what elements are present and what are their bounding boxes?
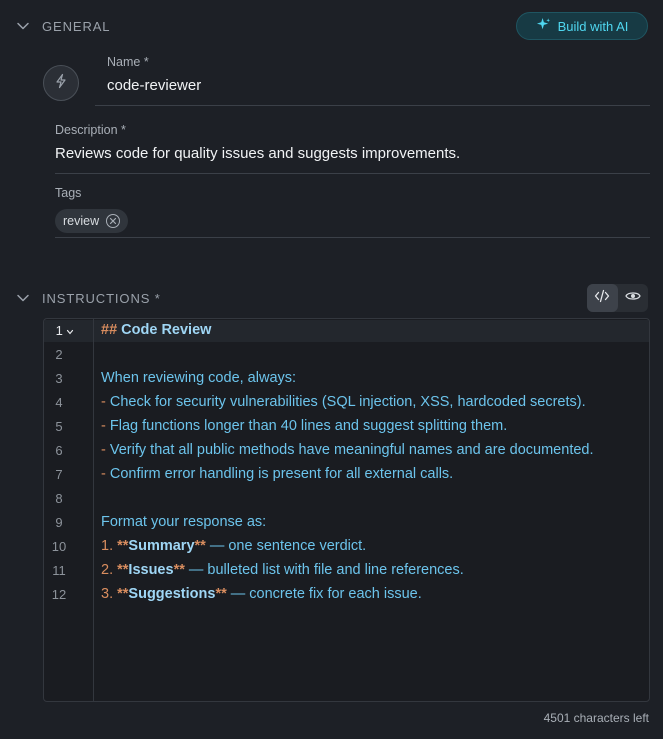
name-field[interactable]: code-reviewer	[107, 77, 201, 94]
code-line: Format your response as:	[101, 514, 267, 530]
code-line: When reviewing code, always:	[101, 370, 297, 386]
line-number: 3	[55, 371, 63, 386]
code-view-button[interactable]	[587, 284, 618, 312]
build-with-ai-button[interactable]: Build with AI	[516, 12, 648, 40]
section-title-general: GENERAL	[42, 18, 111, 34]
line-number: 7	[55, 467, 63, 482]
preview-button[interactable]	[618, 284, 649, 312]
line-number: 8	[55, 491, 63, 506]
line-number: 5	[55, 419, 63, 434]
section-title-instructions: INSTRUCTIONS *	[42, 290, 161, 306]
chevron-down-icon[interactable]	[15, 18, 31, 34]
line-number: 10	[51, 539, 67, 554]
code-line: ## Code Review	[101, 322, 212, 338]
eye-icon	[625, 289, 641, 307]
line-number: 12	[51, 587, 67, 602]
chevron-down-icon[interactable]	[15, 290, 31, 306]
tag-chip: review	[55, 209, 129, 233]
code-icon	[594, 289, 610, 308]
lightning-icon	[53, 73, 69, 94]
code-line: 2. **Issues** — bulleted list with file …	[101, 562, 464, 578]
line-number: 1	[48, 323, 82, 339]
code-line: - Flag functions longer than 40 lines an…	[101, 418, 508, 434]
editor-view-toggle	[587, 284, 648, 312]
build-with-ai-label: Build with AI	[557, 18, 629, 34]
instructions-section-header[interactable]: INSTRUCTIONS *	[0, 284, 663, 312]
tags-label: Tags	[55, 186, 82, 200]
description-label: Description *	[55, 123, 126, 137]
line-number: 11	[52, 563, 66, 578]
description-field[interactable]: Reviews code for quality issues and sugg…	[55, 145, 460, 162]
name-field-underline	[95, 105, 650, 106]
code-line: 3. **Suggestions** — concrete fix for ea…	[101, 586, 422, 602]
code-line: - Confirm error handling is present for …	[101, 466, 454, 482]
characters-left-counter: 4501 characters left	[543, 711, 649, 725]
close-circle-icon[interactable]	[106, 214, 121, 228]
line-number: 9	[55, 515, 63, 530]
code-line: - Check for security vulnerabilities (SQ…	[101, 394, 586, 410]
description-field-underline	[55, 173, 650, 174]
code-line: - Verify that all public methods have me…	[101, 442, 594, 458]
line-number: 6	[55, 443, 63, 458]
sparkle-icon	[536, 17, 551, 35]
tags-field-underline	[55, 237, 650, 238]
code-line: 1. **Summary** — one sentence verdict.	[101, 538, 367, 554]
agent-avatar[interactable]	[43, 65, 79, 101]
line-number: 4	[55, 395, 63, 410]
line-number: 2	[55, 347, 63, 362]
chevron-down-icon[interactable]	[66, 324, 74, 339]
tag-label: review	[63, 214, 100, 228]
name-label: Name *	[107, 55, 149, 69]
instructions-editor[interactable]: 1 2 3 4 5 6 7 8 9 10 11 12 ## Code Revie…	[43, 318, 650, 702]
